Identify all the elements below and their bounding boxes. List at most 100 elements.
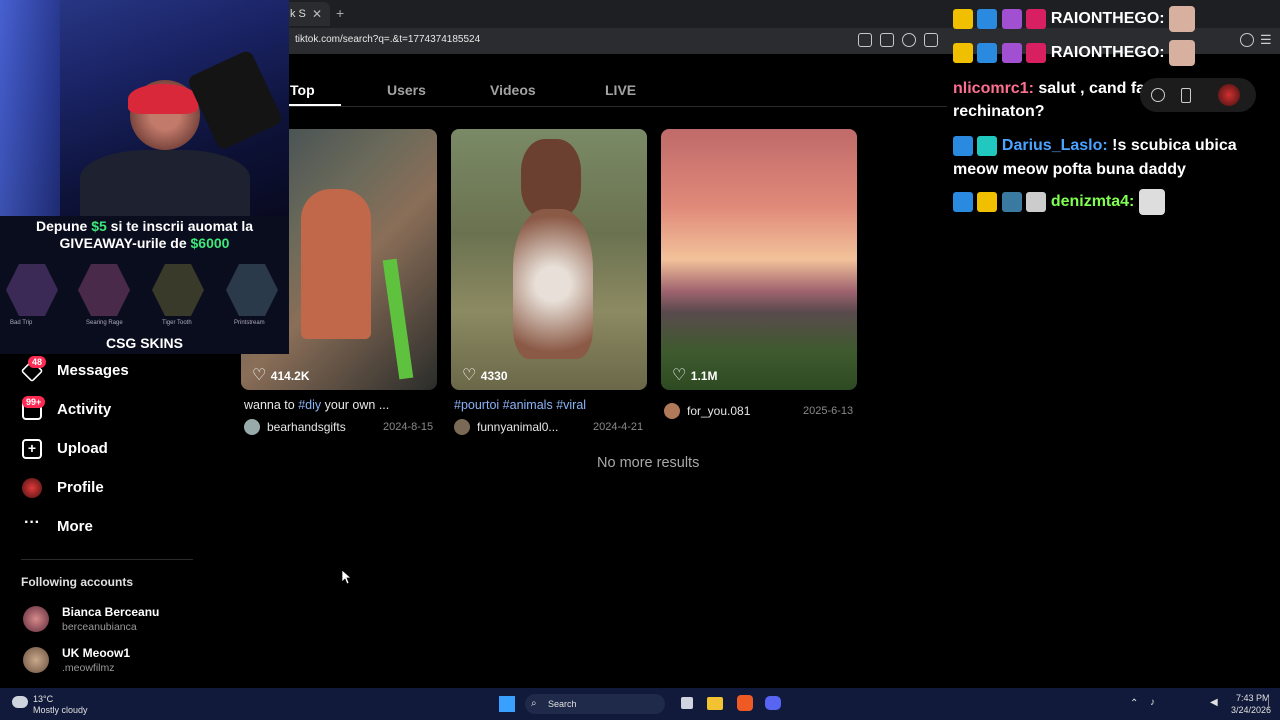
badge-icon [977,43,998,63]
chat-message: denizmta4: [953,189,1165,215]
close-tab-icon[interactable]: ✕ [312,7,322,21]
following-handle: .meowfilmz [62,662,115,674]
webcam-overlay [0,0,289,216]
hashtag-link[interactable]: #animals [503,398,553,412]
tab-videos[interactable]: Videos [490,82,536,98]
streamer-body [80,150,250,216]
taskbar-search[interactable] [525,694,665,714]
avatar[interactable] [454,419,470,435]
zoom-icon[interactable] [902,33,916,47]
extension-icon[interactable] [858,33,872,47]
crown-badge-icon [977,192,998,212]
chat-username: nlicomrc1: [953,80,1034,97]
badge-icon [1001,192,1022,212]
hashtag-link[interactable]: #diy [298,398,321,412]
sidebar-item-messages[interactable]: Messages [57,362,129,379]
avatar[interactable] [664,403,680,419]
windows-start-icon[interactable] [499,696,515,712]
hammer-badge-icon [953,135,973,156]
sidebar-item-more[interactable]: More [57,518,93,535]
avatar[interactable] [23,647,49,673]
giveaway-banner: Depune $5 si te inscrii auomat la GIVEAW… [0,216,289,354]
crown-badge-icon [953,43,973,63]
chat-message: Darius_Laslo: !s scubica ubica meow meow… [953,134,1263,182]
gift-badge-icon [1001,9,1022,29]
file-explorer-icon[interactable] [707,697,723,710]
shield-icon[interactable] [1240,33,1254,47]
skin-label: Searing Rage [86,320,123,326]
post-date: 2024-4-21 [593,421,644,433]
microphone-arm [186,48,284,152]
sidebar-item-activity[interactable]: Activity [57,401,111,418]
video-card-2[interactable]: ♡ 4330 [451,129,647,390]
skin-1-frame [6,264,58,316]
hashtag-link[interactable]: #pourtoi [454,398,499,412]
author-name[interactable]: funnyanimal0... [477,420,558,434]
ladder-shape [382,258,414,380]
author-name[interactable]: for_you.081 [687,404,750,418]
chat-username: RAIONTHEGO: [1050,10,1165,28]
cloud-icon [12,696,28,708]
phone-icon[interactable] [1181,88,1191,103]
promo-line-1: Depune $5 si te inscrii auomat la [35,218,254,234]
weather-text[interactable]: Mostly cloudy [33,705,88,715]
emote-icon [1169,6,1196,32]
chevron-up-icon[interactable]: ⌃ [1130,698,1138,709]
heart-icon: ♡ [672,367,687,384]
weather-temp[interactable]: 13°C [33,694,53,704]
speaker-icon[interactable]: ◀ [1210,697,1218,708]
csgo-skins-logo: CSG SKINS [105,335,183,351]
sidebar-item-profile[interactable]: Profile [57,479,104,496]
gift-badge-icon [1001,43,1022,63]
menu-icon[interactable]: ☰ [1260,32,1272,48]
chat-username: Darius_Laslo: [1001,137,1108,154]
video-caption-2[interactable]: #pourtoi #animals #viral [454,398,586,412]
hashtag-link[interactable]: #viral [556,398,586,412]
new-tab-icon[interactable]: + [336,5,344,21]
chat-message: RAIONTHEGO: [953,40,1196,66]
clock-date[interactable]: 3/24/2026 [1231,705,1271,715]
author-name[interactable]: bearhandsgifts [267,420,346,434]
tab-users[interactable]: Users [387,82,426,98]
activity-badge: 99+ [22,396,46,408]
tab-live[interactable]: LIVE [605,82,636,98]
video-caption-1[interactable]: wanna to #diy your own ... [244,398,389,412]
sidebar-divider [21,559,193,560]
skin-label: Printstream [234,320,265,326]
video-thumbnail [521,139,581,219]
video-card-3[interactable]: ♡ 1.1M [661,129,857,390]
following-name[interactable]: UK Meoow1 [62,646,130,660]
sidebar-item-upload[interactable]: Upload [57,440,108,457]
tiktok-icon[interactable] [1151,88,1165,102]
discord-icon[interactable] [765,696,781,710]
no-more-results: No more results [597,455,700,471]
light-panel [0,0,60,216]
show-desktop-button[interactable] [1268,697,1275,709]
share-icon[interactable] [924,33,938,47]
avatar[interactable] [244,419,260,435]
upload-icon: + [22,439,42,459]
task-view-icon[interactable] [681,697,693,709]
following-name[interactable]: Bianca Berceanu [62,605,159,619]
clock-time[interactable]: 7:43 PM [1236,693,1270,703]
tabs-divider [287,106,947,107]
hammer-badge-icon [953,192,973,212]
active-tab-indicator [287,104,341,106]
skin-4-frame [226,264,278,316]
skin-label: Bad Trip [10,320,33,326]
post-date: 2024-8-15 [383,421,434,433]
search-icon: ⌕ [531,698,537,709]
video-thumbnail [301,189,371,339]
avatar[interactable] [23,606,49,632]
brave-browser-icon[interactable] [737,695,753,711]
volume-icon[interactable]: ♪ [1150,697,1155,708]
badge-icon [1026,9,1047,29]
profile-avatar-icon[interactable] [1218,84,1240,106]
like-count: ♡ 414.2K [252,367,310,384]
browser-tab[interactable]: k S [284,2,330,26]
cast-icon[interactable] [880,33,894,47]
tab-top[interactable]: Top [290,82,315,98]
following-title: Following accounts [21,575,134,589]
url-text[interactable]: tiktok.com/search?q=.&t=1774374185524 [295,34,480,45]
emote-icon [1169,40,1196,66]
